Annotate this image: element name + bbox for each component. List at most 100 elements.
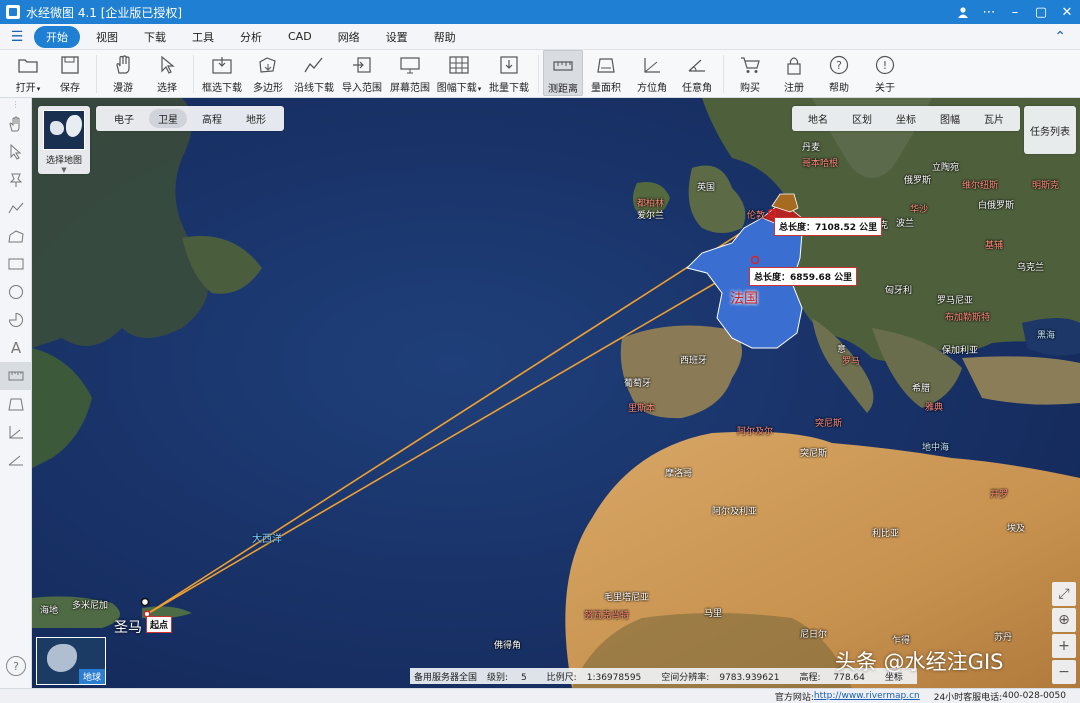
sheet-download-icon <box>448 54 470 76</box>
batch-download-button[interactable]: 批量下载 <box>484 50 534 96</box>
map-label-athens: 雅典 <box>925 403 944 413</box>
sidebar-polygon-icon[interactable] <box>0 222 32 250</box>
sidebar-polyline-icon[interactable] <box>0 194 32 222</box>
folder-icon <box>17 54 39 76</box>
map-label-tunis: 突尼斯 <box>815 419 843 429</box>
sidebar-text-icon[interactable]: A <box>0 334 32 362</box>
open-button[interactable]: 打开▾ <box>8 50 48 96</box>
map-label-cape-verde: 佛得角 <box>494 641 522 651</box>
line-download-button[interactable]: 沿线下载 <box>290 50 338 96</box>
user-icon[interactable] <box>950 0 976 24</box>
server-status: 备用服务器全国 <box>414 672 478 683</box>
layer-tab-electronic[interactable]: 电子 <box>105 109 143 128</box>
locate-icon[interactable]: ⊕ <box>1052 608 1076 632</box>
zoom-out-icon[interactable]: − <box>1052 660 1076 684</box>
map-label-atlantic: 大西洋 <box>252 534 282 545</box>
menu-tools[interactable]: 工具 <box>182 26 224 48</box>
layer-tab-satellite[interactable]: 卫星 <box>149 109 187 128</box>
map-label-lithuania: 立陶宛 <box>932 163 960 173</box>
menu-analysis[interactable]: 分析 <box>230 26 272 48</box>
sidebar-ruler-icon[interactable] <box>0 362 32 390</box>
map-label-hungary: 匈牙利 <box>885 286 913 296</box>
overlay-tab-coordinates[interactable]: 坐标 <box>884 109 928 128</box>
sidebar-rectangle-icon[interactable] <box>0 250 32 278</box>
measure-distance-button[interactable]: 测距离 <box>543 50 583 96</box>
menu-help[interactable]: 帮助 <box>424 26 466 48</box>
polygon-icon <box>257 54 279 76</box>
maximize-icon[interactable]: ▢ <box>1028 0 1054 24</box>
svg-text:?: ? <box>836 59 842 72</box>
polygon-button[interactable]: 多边形 <box>246 50 290 96</box>
sidebar-angle-icon[interactable] <box>0 446 32 474</box>
overlay-tab-sheets[interactable]: 图幅 <box>928 109 972 128</box>
measure-area-button[interactable]: 量面积 <box>583 50 629 96</box>
sidebar-circle-icon[interactable] <box>0 278 32 306</box>
about-button[interactable]: ! 关于 <box>862 50 908 96</box>
screen-range-button[interactable]: 屏幕范围 <box>386 50 434 96</box>
area-icon <box>595 54 617 76</box>
menu-start[interactable]: 开始 <box>34 25 80 48</box>
overlay-tab-admin-division[interactable]: 区划 <box>840 109 884 128</box>
left-tool-sidebar: ⋮ A ? <box>0 98 32 688</box>
map-label-france: 法国 <box>730 291 758 307</box>
import-range-button[interactable]: 导入范围 <box>338 50 386 96</box>
overlay-tab-place-names[interactable]: 地名 <box>796 109 840 128</box>
map-label-dominican: 多米尼加 <box>72 601 109 611</box>
sidebar-pin-icon[interactable] <box>0 166 32 194</box>
any-angle-label: 任意角 <box>682 83 712 94</box>
azimuth-button[interactable]: 方位角 <box>629 50 675 96</box>
any-angle-button[interactable]: 任意角 <box>675 50 719 96</box>
help-button[interactable]: ? 帮助 <box>816 50 862 96</box>
map-label-warsaw: 华沙 <box>910 205 929 215</box>
minimize-icon[interactable]: – <box>1002 0 1028 24</box>
sidebar-area-icon[interactable] <box>0 390 32 418</box>
task-list-button[interactable]: 任务列表 <box>1024 106 1076 154</box>
box-download-icon <box>211 54 233 76</box>
sidebar-sector-icon[interactable] <box>0 306 32 334</box>
map-label-belarus: 白俄罗斯 <box>978 201 1015 211</box>
layer-tab-terrain[interactable]: 地形 <box>237 109 275 128</box>
menu-view[interactable]: 视图 <box>86 26 128 48</box>
map-view[interactable]: 丹麦 哥本哈根 俄罗斯 立陶宛 维尔纽斯 明斯克 白俄罗斯 波兰 华沙 基辅 乌… <box>32 98 1080 688</box>
overlay-tab-tiles[interactable]: 瓦片 <box>972 109 1016 128</box>
menu-network[interactable]: 网络 <box>328 26 370 48</box>
about-label: 关于 <box>875 83 895 94</box>
batch-download-icon <box>498 54 520 76</box>
fullscreen-icon[interactable]: ⤢ <box>1052 582 1076 606</box>
sidebar-pan-hand-icon[interactable] <box>0 110 32 138</box>
level-value: 5 <box>520 672 527 683</box>
buy-button[interactable]: 购买 <box>728 50 772 96</box>
menu-dots-icon[interactable]: ⋯ <box>976 0 1002 24</box>
box-download-button[interactable]: 框选下载 <box>198 50 246 96</box>
collapse-ribbon-icon[interactable]: ⌃ <box>1054 29 1066 45</box>
site-link[interactable]: http://www.rivermap.cn <box>814 691 920 701</box>
sidebar-pointer-icon[interactable] <box>0 138 32 166</box>
close-icon[interactable]: ✕ <box>1054 0 1080 24</box>
lock-icon <box>783 54 805 76</box>
zoom-in-icon[interactable]: + <box>1052 634 1076 658</box>
save-button[interactable]: 保存 <box>48 50 92 96</box>
pan-button[interactable]: 漫游 <box>101 50 145 96</box>
sidebar-azimuth-icon[interactable] <box>0 418 32 446</box>
sheet-download-button[interactable]: 图幅下载▾ <box>434 50 484 96</box>
map-label-bucharest: 布加勒斯特 <box>945 313 991 323</box>
hamburger-menu-icon[interactable]: ☰ <box>0 29 34 45</box>
menu-settings[interactable]: 设置 <box>376 26 418 48</box>
cart-icon <box>739 54 761 76</box>
sidebar-grip-icon[interactable]: ⋮ <box>0 98 31 110</box>
select-button[interactable]: 选择 <box>145 50 189 96</box>
register-button[interactable]: 注册 <box>772 50 816 96</box>
menu-download[interactable]: 下载 <box>134 26 176 48</box>
map-label-uk: 英国 <box>697 183 716 193</box>
menu-cad[interactable]: CAD <box>278 27 322 46</box>
resolution-label: 空间分辨率: <box>661 672 710 683</box>
map-label-tunisia: 突尼斯 <box>800 449 828 459</box>
map-source-chooser[interactable]: 选择地图 ▼ <box>38 106 90 174</box>
layer-tab-elevation[interactable]: 高程 <box>193 109 231 128</box>
menu-bar: ☰ 开始 视图 下载 工具 分析 CAD 网络 设置 帮助 ⌃ <box>0 24 1080 50</box>
resolution-value: 9783.939621 <box>719 672 780 683</box>
sidebar-help-icon[interactable]: ? <box>6 656 26 676</box>
azimuth-label: 方位角 <box>637 83 667 94</box>
globe-minimap[interactable]: 地球 <box>36 637 106 685</box>
info-icon: ! <box>874 54 896 76</box>
